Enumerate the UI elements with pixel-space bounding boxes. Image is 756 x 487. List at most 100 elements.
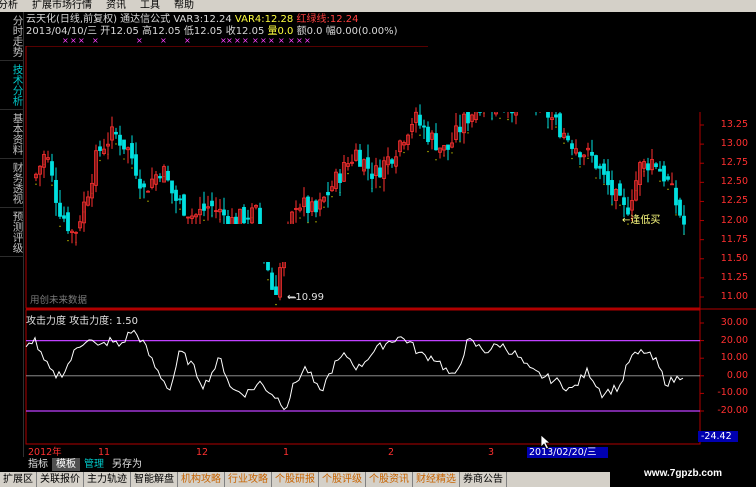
- range-label: 幅: [325, 26, 336, 37]
- tab-extension-area[interactable]: 扩展区: [0, 472, 37, 487]
- tab-time-sharing[interactable]: 分时走势: [0, 12, 24, 61]
- price-tick-label: 11.00: [720, 291, 748, 302]
- tab-stock-news[interactable]: 个股资讯: [366, 472, 413, 487]
- menu-item-news[interactable]: 资讯: [104, 0, 138, 12]
- trail-dot: [131, 167, 133, 169]
- tab-main-force-track[interactable]: 主力轨迹: [84, 472, 131, 487]
- buy-signal-label: ←逢低买: [622, 215, 661, 226]
- high-label: 高: [142, 26, 153, 37]
- indicator-name: 攻击力度: [26, 316, 66, 327]
- candle-body: [674, 187, 678, 206]
- signal-mark: ×: [268, 36, 275, 45]
- candle-body: [378, 167, 382, 178]
- occluder-top-right: [428, 14, 756, 112]
- candle-body: [570, 143, 574, 149]
- candle-body: [270, 272, 274, 290]
- signal-mark: ×: [252, 36, 259, 45]
- candle-body: [466, 110, 470, 124]
- trail-dot: [603, 183, 605, 186]
- candle-body: [594, 155, 598, 169]
- var4-value: 12.28: [264, 14, 294, 25]
- price-tick-label: 12.25: [720, 195, 748, 207]
- signal-mark: ×: [92, 36, 99, 45]
- tab-related-quotes[interactable]: 关联报价: [37, 472, 84, 487]
- trail-dot: [555, 126, 557, 128]
- date-tick-label: 2: [388, 447, 395, 458]
- candle-body: [666, 176, 670, 180]
- tab-technical-analysis[interactable]: 技术分析: [0, 61, 24, 110]
- price-tick-label: 11.75: [720, 233, 748, 245]
- candle-body: [138, 178, 142, 189]
- candle-body: [370, 173, 374, 179]
- candle-body: [314, 200, 318, 213]
- trail-dot: [459, 141, 461, 143]
- tab-template[interactable]: 模板: [52, 458, 80, 471]
- trail-dot: [667, 188, 669, 191]
- menu-item-help[interactable]: 帮助: [172, 0, 206, 12]
- tab-manage[interactable]: 管理: [80, 458, 108, 471]
- candle-body: [598, 165, 602, 169]
- trail-dot: [427, 150, 429, 153]
- tab-basic-info[interactable]: 基本资料: [0, 110, 24, 159]
- menu-item-analysis[interactable]: 分析: [0, 0, 30, 12]
- candle-body: [166, 170, 170, 181]
- price-tick-label: 12.50: [720, 176, 748, 188]
- candle-body: [646, 163, 650, 171]
- tab-indicator[interactable]: 指标: [24, 458, 52, 471]
- candle-body: [158, 176, 162, 179]
- candle-body: [134, 154, 138, 176]
- site-watermark: www.7gpzb.com: [610, 460, 756, 487]
- trail-dot: [267, 279, 269, 281]
- candle-body: [458, 126, 462, 133]
- trail-dot: [203, 219, 205, 222]
- menu-item-extended-market[interactable]: 扩展市场行情: [30, 0, 104, 12]
- tab-industry-strategy[interactable]: 行业攻略: [225, 472, 272, 487]
- tab-stock-rating[interactable]: 个股评级: [319, 472, 366, 487]
- trail-dot: [331, 195, 333, 198]
- trail-dot: [99, 159, 101, 162]
- stock-name: 云天化(日线,前复权): [26, 14, 117, 25]
- tab-institution-strategy[interactable]: 机构攻略: [178, 472, 225, 487]
- future-data-note: 用创未来数据: [30, 295, 88, 306]
- candle-body: [306, 196, 310, 213]
- candle-body: [114, 131, 118, 135]
- extension-tab-row: 扩展区 关联报价 主力轨迹 智能解盘 机构攻略 行业攻略 个股研报 个股评级 个…: [0, 472, 610, 487]
- trail-dot: [595, 177, 597, 179]
- candlestick-series: [34, 80, 686, 301]
- tab-finance-picks[interactable]: 财经精选: [413, 472, 460, 487]
- trail-dot: [571, 157, 573, 160]
- candle-body: [122, 139, 126, 150]
- price-tick-label: 13.25: [720, 119, 748, 130]
- indicator-tick-label: -10.00: [717, 387, 748, 399]
- signal-mark: ×: [136, 36, 143, 45]
- price-tick-label: 11.50: [720, 252, 748, 264]
- indicator-current-value: -24.42: [698, 431, 738, 442]
- signal-mark: ×: [184, 36, 191, 45]
- candle-body: [182, 194, 186, 216]
- trail-dot: [467, 132, 469, 134]
- occluder-middle: [168, 224, 588, 262]
- candle-body: [422, 125, 426, 128]
- tab-forecast-rating[interactable]: 预测评级: [0, 208, 24, 257]
- candle-body: [130, 143, 134, 159]
- indicator-tick-label: 0.00: [726, 369, 748, 381]
- trail-dot: [587, 157, 589, 160]
- tab-broker-notice[interactable]: 券商公告: [460, 472, 507, 487]
- indicator-title-bar: 攻击力度 攻击力度: 1.50: [26, 312, 138, 327]
- tab-save-as[interactable]: 另存为: [108, 458, 146, 471]
- candle-body: [242, 207, 246, 224]
- tab-financial[interactable]: 财务透视: [0, 159, 24, 208]
- open-value: 12.05: [110, 26, 139, 37]
- tab-stock-research[interactable]: 个股研报: [272, 472, 319, 487]
- attack-strength-line: [25, 329, 684, 411]
- candle-body: [618, 183, 622, 196]
- date-tick-label: 12: [196, 447, 209, 458]
- signal-mark: ×: [260, 36, 267, 45]
- trail-dot: [323, 206, 325, 208]
- indicator-tick-label: 10.00: [720, 352, 748, 364]
- candle-body: [338, 173, 342, 183]
- tab-smart-analysis[interactable]: 智能解盘: [131, 472, 178, 487]
- redgreen-value: 12.24: [329, 14, 359, 25]
- menu-item-tools[interactable]: 工具: [138, 0, 172, 12]
- candle-body: [682, 215, 686, 225]
